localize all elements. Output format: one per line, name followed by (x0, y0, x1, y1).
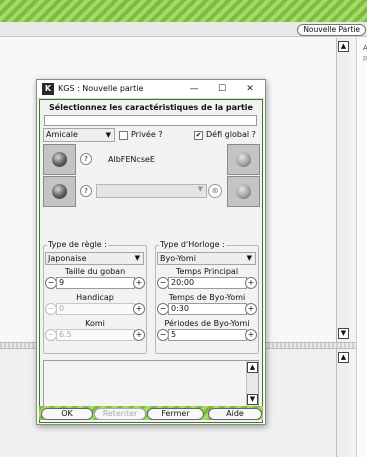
rules-group: Type de règle : Japonaise ▼ Taille du go… (43, 240, 147, 354)
comments-textarea[interactable]: ▲ ▼ (43, 360, 259, 407)
byoyomi-periods-plus-button[interactable]: + (245, 329, 257, 341)
chevron-down-icon: ▼ (105, 131, 111, 139)
black-stone-button[interactable] (43, 176, 76, 207)
main-time-input[interactable]: 20:00 (168, 277, 247, 289)
window-title: KGS : Nouvelle partie (58, 84, 144, 93)
main-time-plus-button[interactable]: + (245, 277, 257, 289)
player-row: ? ▼ ⊗ (43, 176, 260, 207)
dialog-titlebar[interactable]: K KGS : Nouvelle partie — ☐ ✕ (37, 80, 265, 99)
chevron-down-icon: ▼ (246, 254, 252, 262)
byoyomi-time-input[interactable]: 0:30 (168, 303, 247, 315)
board-size-input[interactable]: 9 (56, 277, 135, 289)
rule-type-select[interactable]: Japonaise ▼ (45, 252, 144, 265)
rule-type-value: Japonaise (48, 254, 87, 263)
white-stone-icon (236, 152, 251, 167)
black-stone-icon (52, 152, 67, 167)
game-name-input[interactable] (44, 115, 257, 126)
global-challenge-checkbox[interactable]: ✔ (194, 131, 203, 140)
game-type-value: Amicale (46, 130, 78, 139)
new-game-button[interactable]: Nouvelle Partie (297, 24, 366, 36)
maximize-icon[interactable]: ☐ (214, 82, 230, 96)
clock-group: Type d'Horloge : Byo-Yomi ▼ Temps Princi… (155, 240, 259, 354)
new-game-dialog: K KGS : Nouvelle partie — ☐ ✕ Sélectionn… (36, 79, 266, 425)
byoyomi-periods-input[interactable]: 5 (168, 329, 247, 341)
board-size-plus-button[interactable]: + (133, 277, 145, 289)
player-row: ? AlbFENcseE (43, 144, 260, 175)
dialog-button-bar: OK Retenter Fermer Aide (39, 406, 263, 420)
scroll-down-icon[interactable]: ▼ (338, 328, 349, 339)
handicap-input[interactable]: 0 (56, 303, 135, 315)
close-icon[interactable]: ✕ (242, 82, 258, 96)
opponent-dropdown[interactable]: ▼ (96, 184, 207, 198)
komi-input[interactable]: 6.5 (56, 329, 135, 341)
komi-plus-button[interactable]: + (133, 329, 145, 341)
right-panel: A p (356, 37, 367, 457)
remove-player-icon[interactable]: ⊗ (208, 184, 222, 198)
black-stone-button[interactable] (43, 144, 76, 175)
handicap-label: Handicap (76, 293, 114, 302)
right-panel-char: p (363, 54, 367, 62)
withdraw-button[interactable]: Retenter (94, 408, 146, 420)
games-scrollbar[interactable]: ▲ ▼ (336, 38, 349, 342)
right-panel-text: A p (363, 43, 367, 63)
white-stone-icon (236, 184, 251, 199)
board-size-label: Taille du goban (64, 267, 126, 276)
player-name: AlbFENcseE (108, 155, 155, 164)
chevron-down-icon: ▼ (197, 185, 203, 193)
chevron-down-icon: ▼ (134, 254, 140, 262)
comments-scrollbar[interactable]: ▲ ▼ (246, 361, 258, 406)
handicap-plus-button[interactable]: + (133, 303, 145, 315)
white-stone-button[interactable] (227, 176, 260, 207)
scroll-up-icon[interactable]: ▲ (338, 41, 349, 52)
byoyomi-time-label: Temps de Byo-Yomi (168, 293, 246, 302)
rules-group-label: Type de règle : (47, 240, 108, 249)
ok-button[interactable]: OK (41, 408, 93, 420)
scroll-up-icon[interactable]: ▲ (338, 352, 349, 363)
scroll-up-icon[interactable]: ▲ (247, 362, 258, 373)
help-icon[interactable]: ? (80, 153, 92, 165)
main-time-label: Temps Principal (175, 267, 239, 276)
byoyomi-time-plus-button[interactable]: + (245, 303, 257, 315)
clock-group-label: Type d'Horloge : (159, 240, 226, 249)
global-challenge-label: Défi global ? (206, 130, 256, 139)
help-icon[interactable]: ? (80, 185, 92, 197)
scroll-down-icon[interactable]: ▼ (247, 394, 258, 405)
private-label: Privée ? (131, 130, 163, 139)
kgs-logo-icon: K (42, 83, 54, 95)
dialog-body: Sélectionnez les caractéristiques de la … (39, 99, 263, 423)
game-type-select[interactable]: Amicale ▼ (43, 128, 115, 142)
white-stone-button[interactable] (227, 144, 260, 175)
app-banner (0, 0, 367, 22)
help-button[interactable]: Aide (208, 408, 262, 420)
komi-label: Komi (85, 319, 105, 328)
close-dialog-button[interactable]: Fermer (147, 408, 204, 420)
right-panel-char: A (363, 44, 367, 52)
clock-type-value: Byo-Yomi (160, 254, 196, 263)
chat-scrollbar[interactable]: ▲ (336, 349, 349, 457)
private-checkbox[interactable] (119, 131, 128, 140)
clock-type-select[interactable]: Byo-Yomi ▼ (157, 252, 256, 265)
byoyomi-periods-label: Périodes de Byo-Yomi (164, 319, 250, 328)
black-stone-icon (52, 184, 67, 199)
dialog-header: Sélectionnez les caractéristiques de la … (49, 103, 253, 112)
minimize-icon[interactable]: — (186, 82, 202, 96)
